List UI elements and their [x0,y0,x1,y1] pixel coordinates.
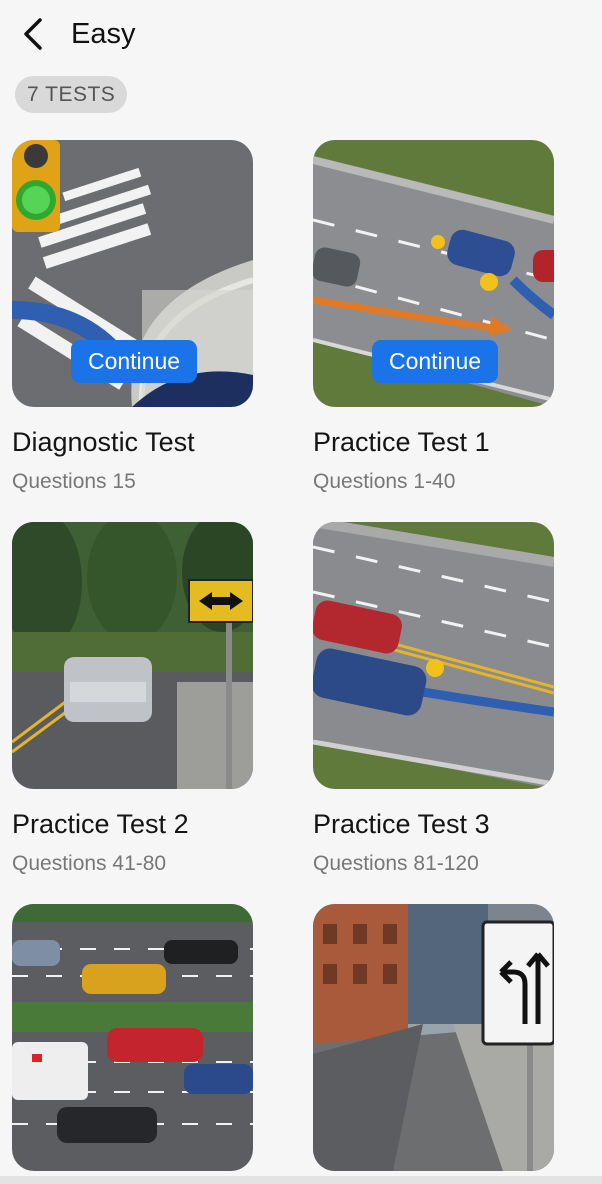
multilane-traffic-scene-image [12,904,253,1171]
chevron-left-icon [24,18,42,50]
turn-sign-city-scene-image [313,904,554,1171]
test-card-practice-1[interactable]: Continue Practice Test 1 Questions 1-40 [313,140,555,493]
test-thumbnail [313,904,554,1171]
test-questions: Questions 41-80 [12,852,167,875]
test-name: Practice Test 3 [313,809,490,839]
test-name: Practice Test 2 [12,809,189,839]
continue-button[interactable]: Continue [71,340,197,383]
test-card-5[interactable] [12,904,254,1171]
tests-count-badge: 7 TESTS [15,76,128,113]
test-name: Practice Test 1 [313,427,490,457]
header: Easy [0,0,602,70]
page-title: Easy [71,18,136,50]
test-thumbnail: Continue [313,140,554,407]
test-questions: Questions 1-40 [313,470,456,493]
bottom-edge [0,1176,602,1184]
back-button[interactable] [18,14,54,54]
test-card-practice-2[interactable]: Practice Test 2 Questions 41-80 [12,522,254,875]
test-questions: Questions 81-120 [313,852,479,875]
test-card-6[interactable] [313,904,555,1171]
test-name: Diagnostic Test [12,427,195,457]
lane-change-scene-image [313,522,554,789]
test-thumbnail [313,522,554,789]
two-way-sign-scene-image [12,522,253,789]
test-thumbnail [12,522,253,789]
test-card-practice-3[interactable]: Practice Test 3 Questions 81-120 [313,522,555,875]
test-questions: Questions 15 [12,470,136,493]
test-thumbnail [12,904,253,1171]
test-card-diagnostic[interactable]: Continue Diagnostic Test Questions 15 [12,140,254,493]
test-thumbnail: Continue [12,140,253,407]
continue-button[interactable]: Continue [372,340,498,383]
